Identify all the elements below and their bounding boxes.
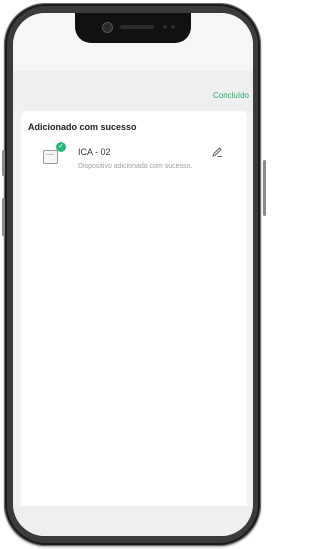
device-icon <box>43 150 58 164</box>
phone-power-button <box>263 160 266 216</box>
bottom-area <box>13 506 253 536</box>
sensor-dot <box>171 25 175 29</box>
device-status: Dispositivo adicionado com sucesso. <box>78 163 193 170</box>
check-circle-icon: ✓ <box>56 142 66 152</box>
front-camera-icon <box>102 22 113 33</box>
done-button[interactable]: Concluído <box>213 91 249 100</box>
device-name: ICA - 02 <box>78 147 111 157</box>
phone-side-button-top <box>2 150 5 176</box>
phone-side-button-bottom <box>2 198 5 236</box>
page-title: Adicionado com sucesso <box>28 122 137 132</box>
pencil-edit-icon[interactable] <box>211 146 223 158</box>
phone-screen: Concluído <box>13 13 253 536</box>
sensor-dot <box>163 25 167 29</box>
top-bar: Concluído <box>13 71 253 111</box>
speaker-grille <box>120 25 154 29</box>
camera-notch <box>75 13 191 43</box>
